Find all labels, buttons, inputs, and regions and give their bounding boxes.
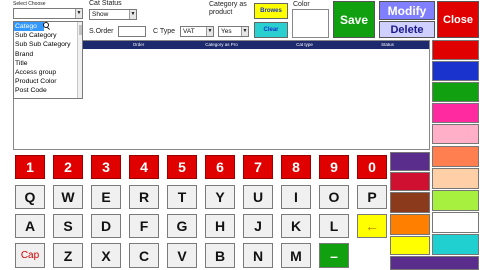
list-item[interactable]: Product Color [14, 77, 82, 86]
enter-key[interactable]: ← [357, 214, 387, 238]
key-4[interactable]: 4 [129, 155, 159, 179]
color-swatch-pink[interactable] [432, 124, 479, 144]
key-b[interactable]: B [205, 243, 235, 268]
key-u[interactable]: U [243, 185, 273, 209]
key-r[interactable]: R [129, 185, 159, 209]
list-item[interactable]: Sub Sub Category [14, 40, 82, 49]
color-swatch-white[interactable] [432, 212, 479, 233]
key-d[interactable]: D [91, 214, 121, 238]
save-button[interactable]: Save [333, 1, 375, 38]
key-c[interactable]: C [129, 243, 159, 268]
column-header[interactable]: Category as Pro [180, 41, 263, 49]
key-w[interactable]: W [53, 185, 83, 209]
column-header[interactable]: Order [97, 41, 180, 49]
color-swatch-magenta[interactable] [432, 103, 479, 123]
caps-key[interactable]: Cap [15, 243, 45, 268]
search-icon [43, 22, 49, 28]
s-order-label: S.Order [89, 28, 114, 35]
app-window: Select Choose ▼ Catego Sub Category Sub … [0, 0, 480, 270]
key-s[interactable]: S [53, 214, 83, 238]
key-8[interactable]: 8 [281, 155, 311, 179]
list-item[interactable]: Brand [14, 50, 82, 59]
key-t[interactable]: T [167, 185, 197, 209]
column-header[interactable]: Cat type [263, 41, 346, 49]
key-p[interactable]: P [357, 185, 387, 209]
key-0[interactable]: 0 [357, 155, 387, 179]
color-swatch-crimson[interactable] [390, 172, 430, 191]
select-choose-list[interactable]: Catego Sub Category Sub Sub Category Bra… [13, 21, 83, 99]
key-1[interactable]: 1 [15, 155, 45, 179]
color-swatch-red[interactable] [432, 40, 479, 60]
select-choose-dropdown[interactable]: ▼ [13, 8, 83, 19]
list-item[interactable]: Sub Category [14, 31, 82, 40]
key-7[interactable]: 7 [243, 155, 273, 179]
key-k[interactable]: K [281, 214, 311, 238]
color-swatch-green[interactable] [432, 82, 479, 102]
key-q[interactable]: Q [15, 185, 45, 209]
color-swatch-cyan[interactable] [432, 234, 479, 255]
key-m[interactable]: M [281, 243, 311, 268]
key-2[interactable]: 2 [53, 155, 83, 179]
list-item[interactable]: Title [14, 59, 82, 68]
close-button[interactable]: Close [437, 1, 479, 38]
key-n[interactable]: N [243, 243, 273, 268]
select-choose-label: Select Choose [13, 1, 46, 7]
clear-button[interactable]: Clear [254, 22, 288, 38]
color-swatch-purple[interactable] [390, 152, 430, 171]
key-x[interactable]: X [91, 243, 121, 268]
yes-no-select[interactable]: Yes ▼ [218, 26, 249, 37]
dash-key[interactable]: – [319, 243, 349, 268]
list-item[interactable]: Catego [14, 22, 44, 32]
color-swatch-lime[interactable] [432, 190, 479, 211]
c-type-label: C Type [153, 28, 176, 35]
key-i[interactable]: I [281, 185, 311, 209]
key-3[interactable]: 3 [91, 155, 121, 179]
list-item[interactable]: Post Code [14, 86, 82, 95]
color-swatch-blue[interactable] [432, 61, 479, 81]
chevron-down-icon: ▼ [241, 27, 248, 36]
color-swatch-orange[interactable] [390, 214, 430, 235]
color-swatch-peach[interactable] [432, 168, 479, 189]
column-header[interactable]: Status [346, 41, 429, 49]
key-g[interactable]: G [167, 214, 197, 238]
key-z[interactable]: Z [53, 243, 83, 268]
key-l[interactable]: L [319, 214, 349, 238]
key-9[interactable]: 9 [319, 155, 349, 179]
cat-status-select[interactable]: Show ▼ [89, 9, 137, 20]
browse-button[interactable]: Browes [254, 3, 288, 19]
color-swatch-coral[interactable] [432, 146, 479, 167]
category-as-product-label: Category as product [209, 1, 247, 16]
color-swatch[interactable] [292, 9, 329, 38]
color-swatch-brown[interactable] [390, 192, 430, 213]
color-swatch-purple-wide[interactable] [390, 256, 479, 270]
chevron-down-icon: ▼ [75, 9, 82, 18]
modify-button[interactable]: Modify [379, 1, 435, 20]
chevron-down-icon: ▼ [206, 27, 213, 36]
key-a[interactable]: A [15, 214, 45, 238]
key-6[interactable]: 6 [205, 155, 235, 179]
s-order-input[interactable] [118, 26, 146, 37]
color-label: Color [293, 1, 310, 8]
key-f[interactable]: F [129, 214, 159, 238]
list-item[interactable]: Access group [14, 68, 82, 77]
key-y[interactable]: Y [205, 185, 235, 209]
delete-button[interactable]: Delete [379, 21, 435, 38]
key-h[interactable]: H [205, 214, 235, 238]
cat-status-label: Cat Status [89, 0, 122, 7]
key-e[interactable]: E [91, 185, 121, 209]
key-o[interactable]: O [319, 185, 349, 209]
color-swatch-yellow[interactable] [390, 236, 430, 255]
scrollbar-thumb[interactable] [79, 25, 82, 35]
c-type-select[interactable]: VAT ▼ [180, 26, 214, 37]
key-v[interactable]: V [167, 243, 197, 268]
key-5[interactable]: 5 [167, 155, 197, 179]
chevron-down-icon: ▼ [129, 10, 136, 19]
key-j[interactable]: J [243, 214, 273, 238]
scrollbar[interactable] [77, 22, 82, 98]
